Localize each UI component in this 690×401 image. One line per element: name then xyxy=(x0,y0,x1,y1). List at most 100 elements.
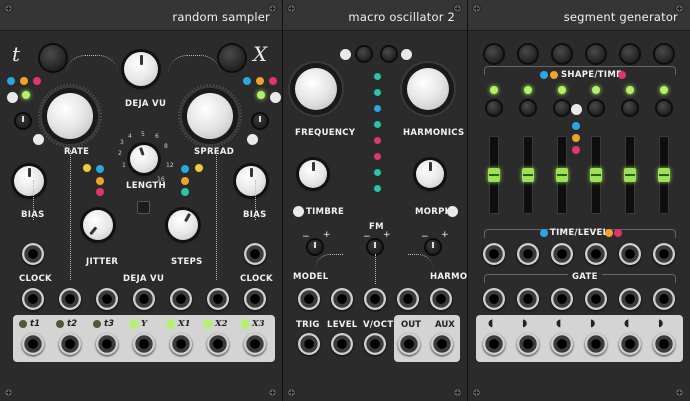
segment-4-shape-knob[interactable] xyxy=(587,45,605,63)
segment-4-type-button[interactable] xyxy=(589,101,603,115)
segment-1-type-button[interactable] xyxy=(487,101,501,115)
connector-line xyxy=(168,55,220,74)
segment-5-shape-knob[interactable] xyxy=(621,45,639,63)
segment-5-output-jack[interactable] xyxy=(619,333,641,355)
model-button-right[interactable] xyxy=(401,49,412,60)
model-select-right[interactable] xyxy=(382,47,396,61)
fm-attenuverter[interactable] xyxy=(368,240,382,254)
segment-4-gate-jack[interactable] xyxy=(585,288,607,310)
t3-output-jack[interactable] xyxy=(96,333,118,355)
t2-output-jack[interactable] xyxy=(59,333,81,355)
segment-6-output-jack[interactable] xyxy=(653,333,675,355)
spread-cv-jack[interactable] xyxy=(207,288,229,310)
segment-3-type-button[interactable] xyxy=(555,101,569,115)
t-rate-attenuverter[interactable] xyxy=(16,114,30,128)
morph-knob[interactable] xyxy=(416,160,444,188)
segment-5-type-button[interactable] xyxy=(623,101,637,115)
segment-4-cv-jack[interactable] xyxy=(585,243,607,265)
level-input-jack[interactable] xyxy=(331,333,353,355)
morph-attenuverter[interactable] xyxy=(426,240,440,254)
aux-output-jack[interactable] xyxy=(431,333,453,355)
deja-vu-lock-button[interactable] xyxy=(137,201,150,214)
segment-2-type-button[interactable] xyxy=(521,101,535,115)
clock-input-jack[interactable] xyxy=(22,288,44,310)
segment-2-gate-jack[interactable] xyxy=(517,288,539,310)
segment-6-type-button[interactable] xyxy=(657,101,671,115)
x3-output-jack[interactable] xyxy=(244,333,266,355)
segment-1-shape-knob[interactable] xyxy=(485,45,503,63)
segment-2-cv-jack[interactable] xyxy=(517,243,539,265)
jitter-cv-jack[interactable] xyxy=(96,288,118,310)
morph-cv-jack[interactable] xyxy=(397,288,419,310)
trig-input-jack[interactable] xyxy=(298,333,320,355)
deja-vu-cv-jack[interactable] xyxy=(133,288,155,310)
x1-output-jack[interactable] xyxy=(170,333,192,355)
timbre-attenuverter[interactable] xyxy=(308,240,322,254)
fm-cv-jack[interactable] xyxy=(364,288,386,310)
connector-line xyxy=(255,180,256,220)
t-external-button[interactable] xyxy=(33,134,44,145)
bias-right-knob[interactable] xyxy=(236,166,266,196)
timbre-knob[interactable] xyxy=(299,160,327,188)
segment-5-level-slider[interactable] xyxy=(624,136,636,214)
shape-time-label: SHAPE/TIME xyxy=(561,70,623,80)
segment-3-cv-jack[interactable] xyxy=(551,243,573,265)
legend-dot-red xyxy=(572,146,580,154)
y-output-jack[interactable] xyxy=(133,333,155,355)
segment-1-gate-jack[interactable] xyxy=(483,288,505,310)
segment-6-level-slider[interactable] xyxy=(658,136,670,214)
x2-output-jack[interactable] xyxy=(207,333,229,355)
out-output-jack[interactable] xyxy=(398,333,420,355)
segment-1-output-jack[interactable] xyxy=(483,333,505,355)
segment-5-cv-jack[interactable] xyxy=(619,243,641,265)
segment-2-output-jack[interactable] xyxy=(517,333,539,355)
segment-6-shape-knob[interactable] xyxy=(655,45,673,63)
mode-indicator-red xyxy=(96,188,104,196)
segment-4-level-slider[interactable] xyxy=(590,136,602,214)
x-clock-input-jack[interactable] xyxy=(244,288,266,310)
clock-right-label: CLOCK xyxy=(240,274,273,284)
model-led xyxy=(359,120,368,129)
t-mode-knob[interactable] xyxy=(40,45,66,71)
frequency-knob[interactable] xyxy=(295,68,337,110)
x-range-button[interactable] xyxy=(270,92,281,103)
model-select-left[interactable] xyxy=(357,47,371,61)
segment-1-cv-jack[interactable] xyxy=(483,243,505,265)
harmo-cv-jack[interactable] xyxy=(430,288,452,310)
rate-knob[interactable] xyxy=(47,93,93,139)
segment-3-level-slider[interactable] xyxy=(556,136,568,214)
bias-right-input-jack[interactable] xyxy=(244,243,266,265)
model-cv-jack[interactable] xyxy=(298,288,320,310)
spread-knob[interactable] xyxy=(187,93,233,139)
x-mode-knob[interactable] xyxy=(219,45,245,71)
steps-knob[interactable] xyxy=(168,210,198,240)
rate-cv-jack[interactable] xyxy=(59,288,81,310)
time-level-label: TIME/LEVEL xyxy=(550,228,609,238)
timbre-cv-jack[interactable] xyxy=(331,288,353,310)
harmonics-knob[interactable] xyxy=(407,68,449,110)
jitter-knob[interactable] xyxy=(83,210,113,240)
segment-3-shape-knob[interactable] xyxy=(553,45,571,63)
t1-output-jack[interactable] xyxy=(22,333,44,355)
deja-vu-knob[interactable] xyxy=(124,52,158,86)
segment-5-gate-jack[interactable] xyxy=(619,288,641,310)
steps-cv-jack[interactable] xyxy=(170,288,192,310)
segment-2-shape-knob[interactable] xyxy=(519,45,537,63)
bias-left-knob[interactable] xyxy=(14,166,44,196)
x-spread-attenuverter[interactable] xyxy=(253,114,267,128)
segment-3-output-jack[interactable] xyxy=(551,333,573,355)
segment-6-cv-jack[interactable] xyxy=(653,243,675,265)
t-range-button[interactable] xyxy=(7,92,18,103)
bias-left-input-jack[interactable] xyxy=(22,243,44,265)
x-external-button[interactable] xyxy=(247,134,258,145)
voct-input-jack[interactable] xyxy=(364,333,386,355)
model-button-left[interactable] xyxy=(340,49,351,60)
segment-2-level-slider[interactable] xyxy=(522,136,534,214)
segment-3-gate-jack[interactable] xyxy=(551,288,573,310)
segment-1-level-slider[interactable] xyxy=(488,136,500,214)
segment-4-output-jack[interactable] xyxy=(585,333,607,355)
fm-label: FM xyxy=(369,222,384,232)
segment-6-output-icon: ◗ xyxy=(658,318,664,329)
segment-6-gate-jack[interactable] xyxy=(653,288,675,310)
length-knob[interactable] xyxy=(130,145,158,173)
